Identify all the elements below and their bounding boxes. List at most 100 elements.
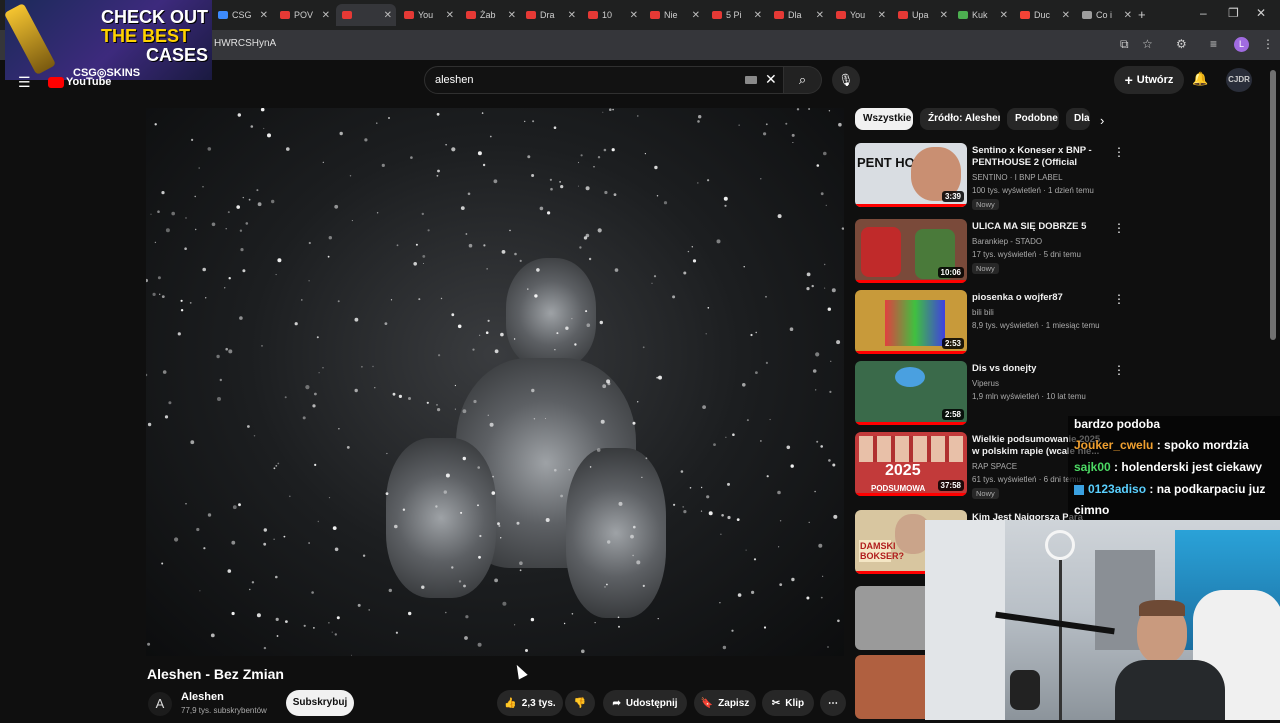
url-text[interactable]: HWRCSHynA — [214, 38, 276, 49]
recommendation-channel[interactable]: SENTINO · I BNP LABEL — [972, 173, 1063, 182]
chip-source[interactable]: Źródło: Aleshen — [920, 108, 1000, 130]
search-button[interactable]: ⌕ — [784, 66, 822, 94]
plus-icon: + — [1124, 72, 1133, 88]
cast-icon[interactable]: ⧉ — [1120, 37, 1129, 52]
browser-tab[interactable]: Dla ✕ — [768, 4, 828, 26]
channel-avatar[interactable]: A — [148, 692, 172, 716]
browser-tab[interactable]: You ✕ — [398, 4, 458, 26]
recommendation-item[interactable]: 10:06 ULICA MA SIĘ DOBRZE 5 Barankiep - ST… — [855, 219, 1125, 287]
menu-hamburger-icon[interactable]: ☰ — [18, 74, 31, 91]
recommendation-channel[interactable]: bili bili — [972, 308, 994, 317]
share-icon: ➦ — [612, 697, 621, 709]
notifications-bell-icon[interactable]: 🔔 — [1192, 71, 1208, 87]
browser-tab[interactable]: Żab ✕ — [460, 4, 520, 26]
recommendation-channel[interactable]: Viperus — [972, 379, 999, 388]
tab-favicon-icon — [342, 11, 352, 19]
video-thumbnail[interactable]: 2025 PODSUMOWA 37:58 — [855, 432, 967, 496]
browser-tab[interactable]: CSG ✕ — [212, 4, 272, 26]
page-scrollbar[interactable] — [1270, 70, 1276, 340]
tab-close-icon[interactable]: ✕ — [692, 10, 700, 21]
more-vertical-icon[interactable]: ⋮ — [1113, 221, 1125, 235]
chat-text: cimno — [1074, 503, 1110, 517]
browser-tab[interactable]: 5 Pi ✕ — [706, 4, 766, 26]
recommendation-item[interactable]: PENT HOUSE 3:39 Sentino x Koneser x BNP - … — [855, 143, 1125, 211]
chevron-right-icon[interactable]: › — [1100, 113, 1104, 128]
recommendation-meta: 100 tys. wyświetleń · 1 dzień temu — [972, 186, 1094, 195]
browser-tab[interactable]: You ✕ — [830, 4, 890, 26]
voice-search-mic-icon[interactable]: 🎙 — [832, 66, 860, 94]
browser-tab[interactable]: Co i ✕ — [1076, 4, 1136, 26]
stream-chat-overlay: bardzo podoba Jouker_cwelu : spoko mordzi… — [1068, 416, 1280, 520]
more-vertical-icon[interactable]: ⋮ — [1113, 145, 1125, 159]
bookmark-star-icon[interactable]: ☆ — [1142, 37, 1153, 51]
media-icon[interactable]: ≡ — [1210, 37, 1217, 51]
browser-tab[interactable]: Kuk ✕ — [952, 4, 1012, 26]
video-thumbnail[interactable]: PENT HOUSE 3:39 — [855, 143, 967, 207]
recommendation-title[interactable]: Sentino x Koneser x BNP - PENTHOUSE 2 (O… — [972, 145, 1102, 169]
tab-close-icon[interactable]: ✕ — [508, 10, 516, 21]
save-button[interactable]: 🔖 Zapisz — [694, 690, 756, 716]
tab-close-icon[interactable]: ✕ — [816, 10, 824, 21]
browser-tab[interactable]: POV ✕ — [274, 4, 334, 26]
browser-tab[interactable]: Upa ✕ — [892, 4, 952, 26]
tab-close-icon[interactable]: ✕ — [940, 10, 948, 21]
chip-all[interactable]: Wszystkie — [855, 108, 913, 130]
chip-for-you[interactable]: Dla — [1066, 108, 1090, 130]
browser-tab[interactable]: ✕ — [336, 4, 396, 26]
subscribe-button[interactable]: Subskrybuj — [286, 690, 354, 716]
chip-related[interactable]: Podobne — [1007, 108, 1059, 130]
chat-username: 0123adiso — [1088, 482, 1147, 496]
tab-close-icon[interactable]: ✕ — [446, 10, 454, 21]
video-thumbnail[interactable]: 10:06 — [855, 219, 967, 283]
share-button[interactable]: ➦ Udostępnij — [603, 690, 687, 716]
restore-icon[interactable]: ❐ — [1228, 6, 1239, 20]
recommendation-item[interactable]: 2:53 piosenka o wojfer87 bili bili 8,9 tys.… — [855, 290, 1125, 358]
tab-close-icon[interactable]: ✕ — [1000, 10, 1008, 21]
new-tab-icon[interactable]: + — [1138, 7, 1146, 22]
create-button[interactable]: + Utwórz — [1114, 66, 1184, 94]
browser-tab[interactable]: Duc ✕ — [1014, 4, 1074, 26]
tab-close-icon[interactable]: ✕ — [568, 10, 576, 21]
clip-button[interactable]: ✂ Klip — [762, 690, 814, 716]
dislike-button[interactable]: 👎 — [565, 690, 595, 716]
channel-name[interactable]: Aleshen — [181, 691, 224, 703]
browser-menu-icon[interactable]: ⋮ — [1262, 37, 1274, 51]
recommendation-title[interactable]: ULICA MA SIĘ DOBRZE 5 — [972, 221, 1102, 233]
like-button[interactable]: 👍 2,3 tys. — [497, 690, 563, 716]
tab-label: Żab — [480, 10, 496, 20]
more-actions-button[interactable]: ⋯ — [820, 690, 846, 716]
recommendation-channel[interactable]: Barankiep - STADO — [972, 237, 1042, 246]
tab-close-icon[interactable]: ✕ — [384, 10, 392, 21]
more-vertical-icon[interactable]: ⋮ — [1113, 292, 1125, 306]
close-window-icon[interactable]: ✕ — [1256, 6, 1266, 20]
thumbs-down-icon: 👎 — [573, 697, 587, 709]
browser-tab[interactable]: Nie ✕ — [644, 4, 704, 26]
search-input[interactable]: aleshen — [435, 74, 474, 86]
tab-close-icon[interactable]: ✕ — [754, 10, 762, 21]
browser-tab[interactable]: 10 ✕ — [582, 4, 642, 26]
search-box[interactable]: aleshen ✕ — [424, 66, 784, 94]
tab-close-icon[interactable]: ✕ — [322, 10, 330, 21]
extensions-icon[interactable]: ⚙ — [1176, 37, 1187, 51]
profile-avatar[interactable]: L — [1234, 37, 1249, 52]
tab-close-icon[interactable]: ✕ — [878, 10, 886, 21]
recommendation-channel[interactable]: RAP SPACE — [972, 462, 1017, 471]
csgo-skins-ad[interactable]: CHECK OUT THE BEST CASES CSG◎SKINS — [5, 0, 212, 80]
tab-close-icon[interactable]: ✕ — [1124, 10, 1132, 21]
tab-close-icon[interactable]: ✕ — [260, 10, 268, 21]
browser-tab[interactable]: Dra ✕ — [520, 4, 580, 26]
more-vertical-icon[interactable]: ⋮ — [1113, 363, 1125, 377]
clear-search-icon[interactable]: ✕ — [765, 71, 777, 88]
recommendation-title[interactable]: Dis vs donejty — [972, 363, 1102, 375]
tab-close-icon[interactable]: ✕ — [630, 10, 638, 21]
video-player[interactable] — [146, 108, 844, 656]
account-avatar[interactable]: CJDR — [1226, 68, 1252, 92]
snowfall-overlay — [146, 108, 844, 656]
keyboard-icon[interactable] — [745, 76, 757, 84]
video-thumbnail[interactable]: 2:58 — [855, 361, 967, 425]
youtube-logo[interactable]: YouTube — [48, 76, 111, 88]
recommendation-title[interactable]: piosenka o wojfer87 — [972, 292, 1102, 304]
tab-close-icon[interactable]: ✕ — [1062, 10, 1070, 21]
video-thumbnail[interactable]: 2:53 — [855, 290, 967, 354]
minimize-icon[interactable]: – — [1200, 6, 1207, 20]
